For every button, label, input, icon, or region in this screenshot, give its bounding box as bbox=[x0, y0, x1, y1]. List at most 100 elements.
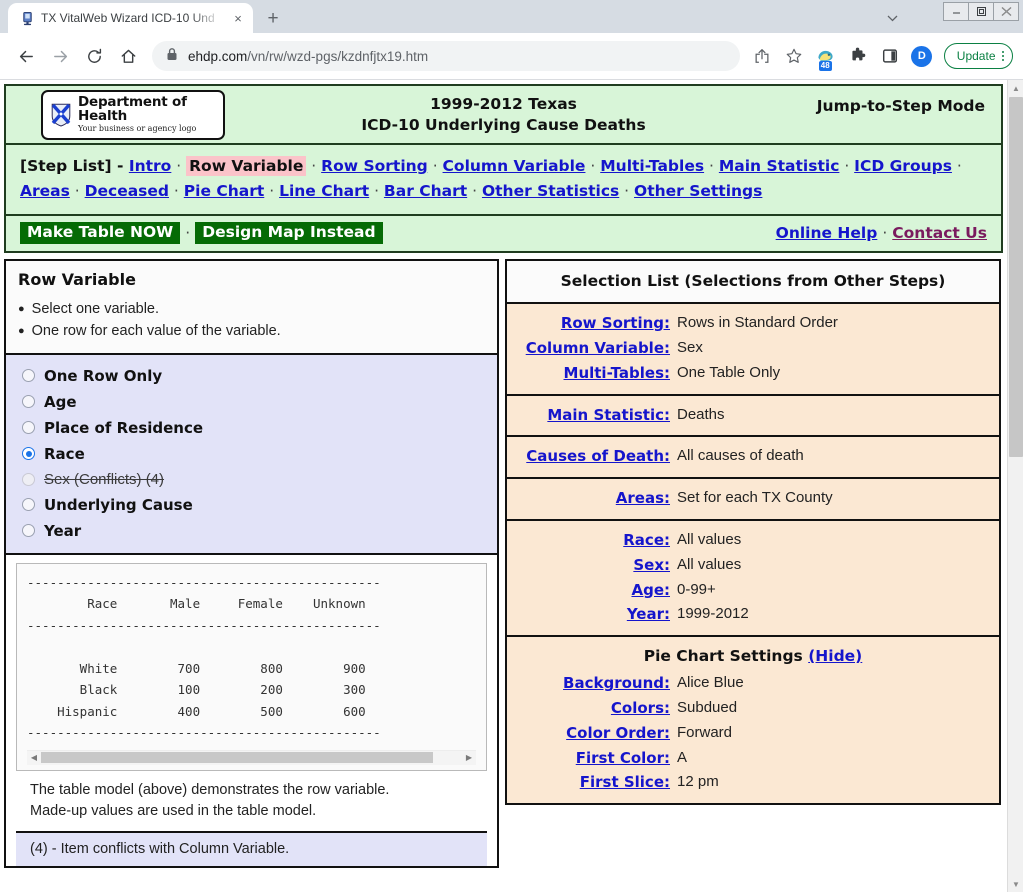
step-separator: · bbox=[467, 182, 482, 201]
forward-button[interactable] bbox=[44, 40, 76, 72]
selection-link-row-sorting[interactable]: Row Sorting: bbox=[507, 312, 677, 335]
extension-badge-icon[interactable]: 48 bbox=[812, 42, 840, 71]
hscroll-track[interactable] bbox=[41, 752, 462, 764]
selection-link-sex[interactable]: Sex: bbox=[507, 554, 677, 577]
action-bar: Make Table NOW · Design Map Instead Onli… bbox=[6, 214, 1001, 251]
shield-icon bbox=[51, 103, 71, 127]
radio-option-age[interactable]: Age bbox=[6, 389, 497, 415]
lock-icon bbox=[166, 47, 178, 66]
step-link-main-statistic[interactable]: Main Statistic bbox=[719, 157, 840, 175]
selection-value: 1999-2012 bbox=[677, 605, 749, 623]
close-icon[interactable]: × bbox=[229, 9, 247, 27]
selection-link-causes-of-death[interactable]: Causes of Death: bbox=[507, 445, 677, 468]
step-link-icd-groups[interactable]: ICD Groups bbox=[854, 157, 952, 175]
action-separator: · bbox=[185, 224, 191, 243]
scroll-down-arrow-icon[interactable]: ▼ bbox=[1008, 876, 1023, 892]
close-button[interactable] bbox=[993, 2, 1019, 21]
bullet-text: Select one variable. bbox=[31, 301, 160, 318]
selection-link-multi-tables[interactable]: Multi-Tables: bbox=[507, 362, 677, 385]
share-icon[interactable] bbox=[748, 42, 776, 70]
page-scrollbar[interactable]: ▲ ▼ bbox=[1007, 80, 1023, 892]
design-map-instead-button[interactable]: Design Map Instead bbox=[195, 222, 383, 245]
step-link-other-settings[interactable]: Other Settings bbox=[634, 182, 762, 200]
radio-button-one-row-only[interactable] bbox=[22, 369, 35, 383]
radio-button-year[interactable] bbox=[22, 524, 35, 538]
radio-option-sex-conflicts-4: Sex (Conflicts) (4) bbox=[6, 467, 497, 492]
kebab-menu-icon[interactable] bbox=[1001, 50, 1004, 62]
selection-link-column-variable[interactable]: Column Variable: bbox=[507, 337, 677, 360]
selection-link-background[interactable]: Background: bbox=[507, 672, 677, 695]
url-path: /vn/rw/wzd-pgs/kzdnfjtx19.htm bbox=[247, 48, 429, 64]
maximize-button[interactable] bbox=[968, 2, 994, 21]
new-tab-button[interactable]: + bbox=[259, 4, 287, 32]
make-table-now-button[interactable]: Make Table NOW bbox=[20, 222, 181, 245]
bookmark-star-icon[interactable] bbox=[780, 42, 808, 70]
step-link-row-variable[interactable]: Row Variable bbox=[186, 156, 307, 176]
step-link-intro[interactable]: Intro bbox=[129, 157, 172, 175]
step-link-areas[interactable]: Areas bbox=[20, 182, 70, 200]
profile-avatar[interactable]: D bbox=[908, 42, 936, 70]
pie-settings-hide-link[interactable]: (Hide) bbox=[808, 647, 862, 665]
puzzle-icon[interactable] bbox=[844, 42, 872, 70]
side-panel-icon[interactable] bbox=[876, 42, 904, 70]
scroll-right-arrow-icon[interactable]: ▶ bbox=[462, 753, 476, 762]
hscroll-thumb[interactable] bbox=[41, 752, 433, 764]
minimize-button[interactable] bbox=[943, 2, 969, 21]
selection-link-first-color[interactable]: First Color: bbox=[507, 747, 677, 770]
address-bar[interactable]: ehdp.com/vn/rw/wzd-pgs/kzdnfjtx19.htm bbox=[152, 41, 740, 71]
step-link-bar-chart[interactable]: Bar Chart bbox=[384, 182, 467, 200]
back-button[interactable] bbox=[10, 40, 42, 72]
step-link-other-statistics[interactable]: Other Statistics bbox=[482, 182, 619, 200]
selection-row-color-order: Color Order: Forward bbox=[507, 721, 999, 746]
update-label: Update bbox=[956, 49, 996, 63]
radio-button-race[interactable] bbox=[22, 447, 35, 461]
selection-link-year[interactable]: Year: bbox=[507, 603, 677, 626]
step-link-column-variable[interactable]: Column Variable bbox=[443, 157, 586, 175]
radio-label: Year bbox=[44, 521, 82, 540]
chevron-down-icon[interactable] bbox=[881, 7, 903, 29]
radio-button-underlying-cause[interactable] bbox=[22, 498, 35, 512]
bullet-icon: ● bbox=[18, 324, 25, 337]
update-button[interactable]: Update bbox=[943, 43, 1013, 69]
selection-row-column-variable: Column Variable: Sex bbox=[507, 336, 999, 361]
radio-option-one-row-only[interactable]: One Row Only bbox=[6, 363, 497, 389]
page-scrollbar-thumb[interactable] bbox=[1009, 97, 1023, 457]
selection-value: One Table Only bbox=[677, 363, 781, 381]
step-link-row-sorting[interactable]: Row Sorting bbox=[321, 157, 428, 175]
selection-link-race[interactable]: Race: bbox=[507, 529, 677, 552]
step-separator: · bbox=[704, 157, 719, 175]
radio-option-race[interactable]: Race bbox=[6, 441, 497, 467]
radio-option-year[interactable]: Year bbox=[6, 518, 497, 544]
radio-button-age[interactable] bbox=[22, 395, 35, 409]
radio-option-place-of-residence[interactable]: Place of Residence bbox=[6, 415, 497, 441]
step-separator: · bbox=[427, 157, 443, 175]
selection-link-color-order[interactable]: Color Order: bbox=[507, 722, 677, 745]
selection-group: Main Statistic: Deaths bbox=[507, 393, 999, 436]
step-link-deceased[interactable]: Deceased bbox=[85, 182, 169, 200]
step-link-pie-chart[interactable]: Pie Chart bbox=[184, 182, 265, 200]
selection-link-first-slice[interactable]: First Slice: bbox=[507, 771, 677, 794]
scroll-up-arrow-icon[interactable]: ▲ bbox=[1008, 80, 1023, 96]
table-model-note: The table model (above) demonstrates the… bbox=[16, 771, 487, 832]
scroll-left-arrow-icon[interactable]: ◀ bbox=[27, 753, 41, 762]
pie-settings-label: Pie Chart Settings bbox=[643, 647, 803, 666]
selection-link-colors[interactable]: Colors: bbox=[507, 697, 677, 720]
url-text: ehdp.com/vn/rw/wzd-pgs/kzdnfjtx19.htm bbox=[188, 49, 428, 64]
step-link-line-chart[interactable]: Line Chart bbox=[279, 182, 369, 200]
browser-tab[interactable]: TX VitalWeb Wizard ICD-10 Und × bbox=[8, 3, 253, 33]
reload-button[interactable] bbox=[78, 40, 110, 72]
left-column: Row Variable ● Select one variable. ● One r… bbox=[4, 259, 499, 869]
selection-link-main-statistic[interactable]: Main Statistic: bbox=[507, 404, 677, 427]
table-model-hscrollbar[interactable]: ◀ ▶ bbox=[27, 749, 476, 765]
radio-option-underlying-cause[interactable]: Underlying Cause bbox=[6, 492, 497, 518]
toolbar-icons: 48 D Update bbox=[748, 42, 1013, 71]
selection-link-age[interactable]: Age: bbox=[507, 579, 677, 602]
selection-link-areas[interactable]: Areas: bbox=[507, 487, 677, 510]
contact-us-link[interactable]: Contact Us bbox=[892, 224, 987, 242]
row-variable-panel: Row Variable ● Select one variable. ● One r… bbox=[4, 259, 499, 555]
home-button[interactable] bbox=[112, 40, 144, 72]
selection-row-sex: Sex: All values bbox=[507, 553, 999, 578]
radio-button-place-of-residence[interactable] bbox=[22, 421, 35, 435]
step-link-multi-tables[interactable]: Multi-Tables bbox=[600, 157, 704, 175]
online-help-link[interactable]: Online Help bbox=[776, 224, 878, 242]
